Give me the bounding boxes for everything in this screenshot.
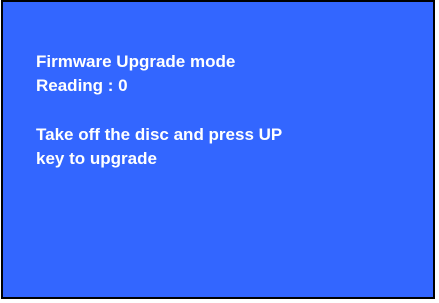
instruction-line-2: key to upgrade [36,149,157,168]
mode-title: Firmware Upgrade mode [36,52,236,71]
instruction-line-1: Take off the disc and press UP [36,125,283,144]
firmware-upgrade-screen: Firmware Upgrade mode Reading : 0 Take o… [1,0,435,299]
reading-status: Reading : 0 [36,76,128,95]
